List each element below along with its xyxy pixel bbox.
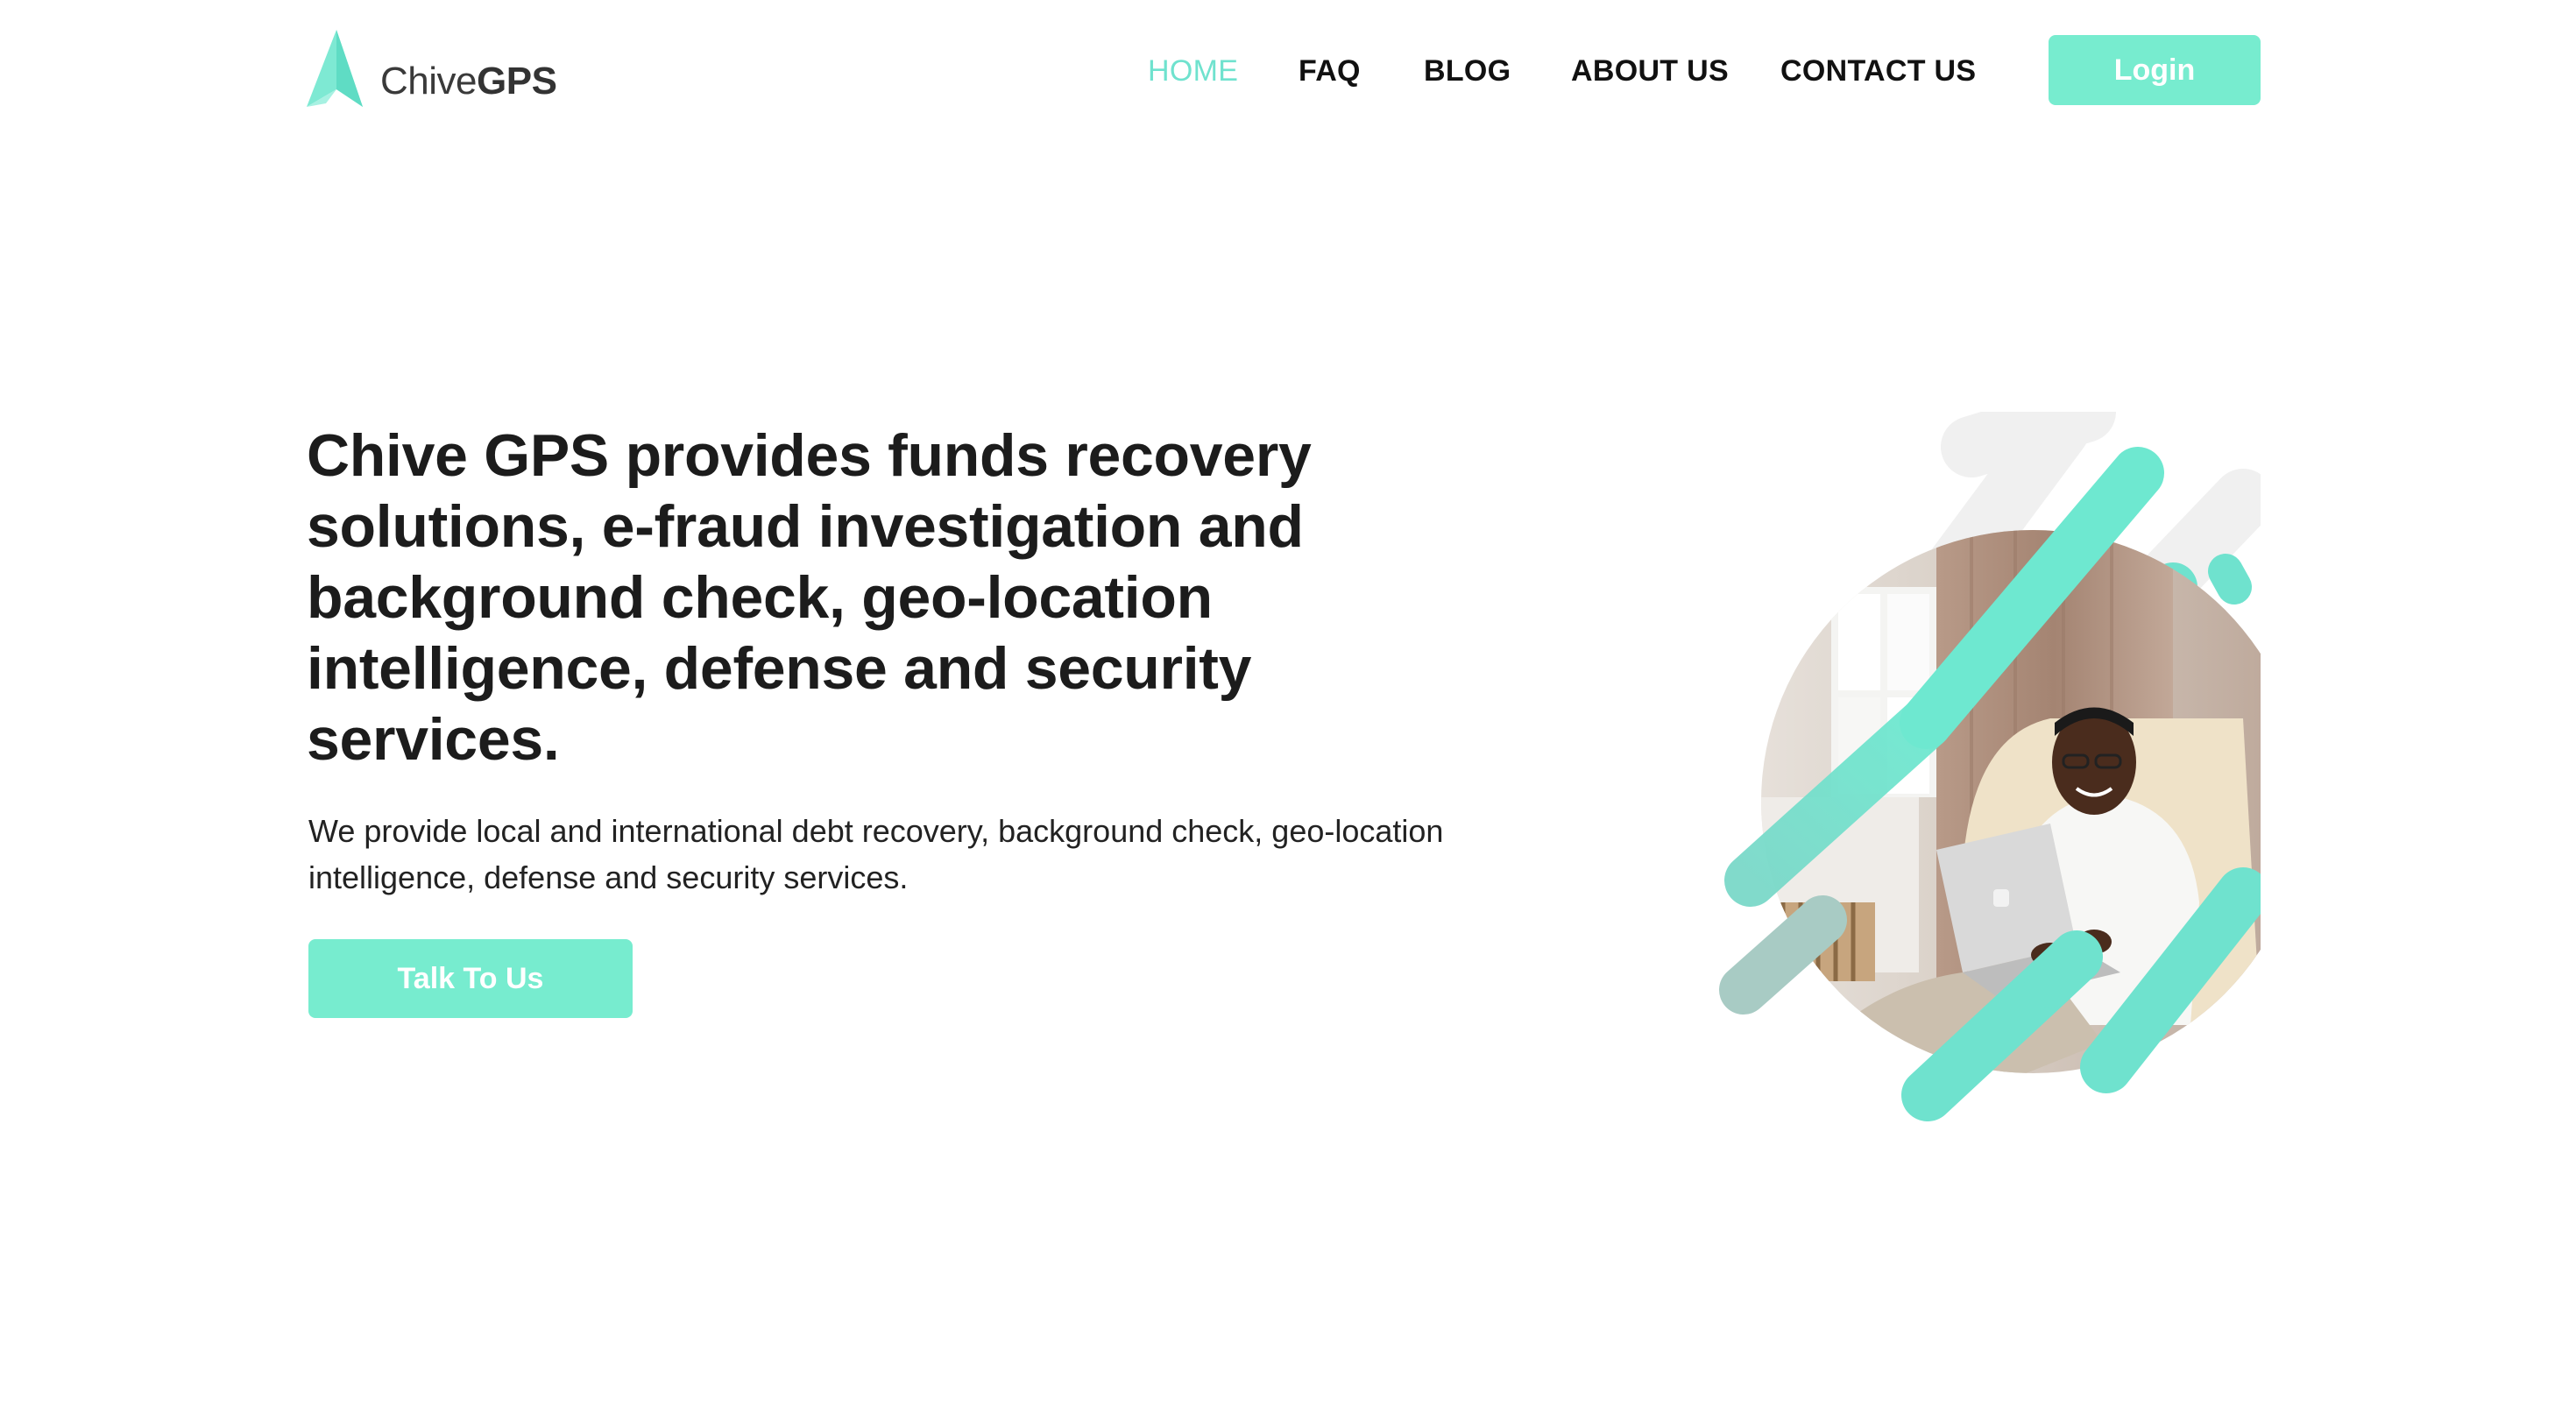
login-button[interactable]: Login (2049, 35, 2261, 105)
hero-description: We provide local and international debt … (308, 813, 1444, 895)
nav-contact-us[interactable]: CONTACT US (1780, 49, 1976, 93)
nav-about-us[interactable]: ABOUT US (1571, 49, 1729, 93)
site-header: ChiveGPS HOME FAQ BLOG ABOUT US CONTACT … (0, 0, 2576, 140)
nav-blog[interactable]: BLOG (1424, 49, 1511, 93)
nav-home[interactable]: HOME (1148, 49, 1238, 93)
nav-faq[interactable]: FAQ (1299, 49, 1361, 93)
hero-title: Chive GPS provides funds recovery soluti… (307, 422, 1312, 773)
hero-illustration (1560, 412, 2261, 1165)
talk-to-us-button[interactable]: Talk To Us (308, 939, 633, 1018)
hero-illustration-graphic (1719, 412, 2261, 1121)
